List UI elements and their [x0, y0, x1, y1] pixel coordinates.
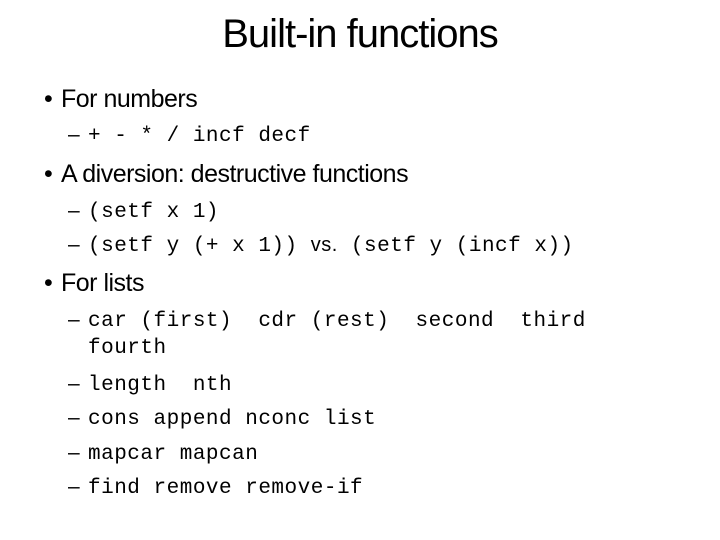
sub-item-mappers: – mapcar mapcan: [68, 441, 258, 466]
dash-icon: –: [68, 123, 81, 146]
dash-icon: –: [68, 406, 81, 429]
sub-item-text: cons append nconc list: [88, 408, 377, 431]
sub-item-text: car (first) cdr (rest) second third: [88, 310, 586, 333]
sub-item-text: find remove remove-if: [88, 477, 364, 500]
sub-item-length: – length nth: [68, 372, 232, 397]
sub-item-text: mapcar mapcan: [88, 443, 259, 466]
bullet-icon: •: [44, 85, 53, 113]
bullet-heading: For lists: [61, 269, 145, 297]
sub-item-setf-x: – (setf x 1): [68, 199, 219, 224]
bullet-icon: •: [44, 160, 53, 188]
code-left: (setf y (+ x 1)): [88, 235, 298, 258]
dash-icon: –: [68, 441, 81, 464]
sub-item-accessors: – car (first) cdr (rest) second third: [68, 308, 586, 333]
sub-item-search: – find remove remove-if: [68, 475, 363, 500]
bullet-for-lists: • For lists: [44, 269, 145, 298]
bullet-for-numbers: • For numbers: [44, 85, 198, 114]
sub-item-text: length nth: [88, 374, 233, 397]
sub-item-text: fourth: [88, 337, 167, 360]
sub-item-constructors: – cons append nconc list: [68, 406, 376, 431]
bullet-destructive-functions: • A diversion: destructive functions: [44, 160, 409, 189]
dash-icon: –: [68, 308, 81, 331]
connector-vs: vs.: [310, 234, 338, 256]
bullet-heading: A diversion: destructive functions: [61, 160, 409, 188]
sub-item-text: (setf x 1): [88, 201, 220, 224]
sub-item-continuation: fourth: [88, 337, 167, 360]
dash-icon: –: [68, 199, 81, 222]
bullet-icon: •: [44, 269, 53, 297]
code-right: (setf y (incf x)): [350, 235, 574, 258]
slide-title: Built-in functions: [222, 12, 498, 56]
dash-icon: –: [68, 372, 81, 395]
dash-icon: –: [68, 233, 81, 256]
bullet-heading: For numbers: [61, 85, 198, 113]
sub-item-text: + - * / incf decf: [88, 125, 311, 148]
sub-item-setf-comparison: – (setf y (+ x 1)) vs. (setf y (incf x)): [68, 233, 574, 258]
sub-item-number-functions: – + - * / incf decf: [68, 123, 311, 148]
dash-icon: –: [68, 475, 81, 498]
